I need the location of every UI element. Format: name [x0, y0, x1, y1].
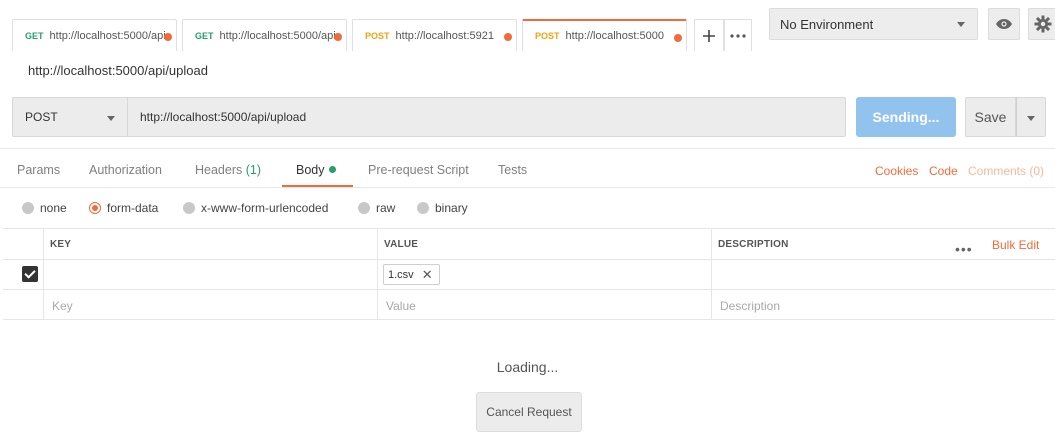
tab-url: http://localhost:5000	[565, 30, 664, 42]
radio-circle-icon	[22, 202, 34, 214]
tab-method: GET	[25, 30, 44, 41]
tab-url: http://localhost:5000/api	[49, 29, 166, 42]
tab-strip: GET http://localhost:5000/api GET http:/…	[0, 0, 760, 52]
bulk-edit-link[interactable]: Bulk Edit	[992, 238, 1039, 252]
more-horizontal-icon[interactable]: •••	[955, 241, 973, 257]
value-input[interactable]: Value	[386, 299, 416, 313]
tab-params[interactable]: Params	[17, 163, 60, 177]
method-select[interactable]: POST	[12, 97, 128, 137]
chevron-down-icon	[107, 116, 115, 121]
divider	[0, 148, 1055, 149]
save-button[interactable]: Save	[965, 97, 1016, 137]
row-enabled-checkbox[interactable]	[22, 266, 38, 282]
table-row-placeholder	[3, 290, 1055, 320]
tab-authorization[interactable]: Authorization	[89, 163, 162, 177]
comments-link[interactable]: Comments (0)	[968, 164, 1044, 178]
column-header-key: KEY	[50, 239, 72, 250]
column-header-description: DESCRIPTION	[718, 239, 789, 250]
body-type-urlencoded-radio[interactable]: x-www-form-urlencoded	[183, 201, 328, 215]
cookies-link[interactable]: Cookies	[875, 164, 918, 178]
tab-body[interactable]: Body	[296, 163, 336, 177]
tab-headers[interactable]: Headers (1)	[195, 163, 261, 177]
radio-label: form-data	[107, 201, 159, 215]
column-header-value: VALUE	[384, 239, 419, 250]
table-header-row	[3, 229, 1055, 260]
environment-label: No Environment	[780, 16, 874, 32]
tab-method: GET	[195, 30, 214, 41]
key-input[interactable]: Key	[52, 299, 73, 313]
tab-url: http://localhost:5921	[395, 29, 494, 42]
new-tab-button[interactable]	[694, 19, 724, 51]
save-options-button[interactable]	[1016, 97, 1046, 137]
radio-label: none	[40, 201, 67, 215]
body-type-binary-radio[interactable]: binary	[417, 201, 468, 215]
radio-label: x-www-form-urlencoded	[201, 201, 329, 215]
request-tab[interactable]: GET http://localhost:5000/api	[182, 19, 347, 51]
radio-selected-icon	[89, 202, 101, 214]
request-tab[interactable]: POST http://localhost:5921	[352, 19, 517, 51]
unsaved-dot-icon	[164, 33, 172, 41]
more-horizontal-icon	[730, 33, 746, 38]
file-chip[interactable]: 1.csv ✕	[383, 264, 440, 285]
radio-label: binary	[435, 201, 468, 215]
url-value: http://localhost:5000/api/upload	[140, 110, 307, 124]
body-type-none-radio[interactable]: none	[22, 201, 67, 215]
send-button[interactable]: Sending...	[856, 97, 956, 137]
body-type-raw-radio[interactable]: raw	[358, 201, 395, 215]
chevron-down-icon	[957, 22, 965, 27]
eye-icon	[996, 19, 1012, 29]
request-name: http://localhost:5000/api/upload	[28, 63, 208, 78]
unsaved-dot-icon	[504, 33, 512, 41]
tab-headers-label: Headers	[195, 163, 243, 177]
column-divider	[377, 229, 378, 320]
request-tab-active[interactable]: POST http://localhost:5000	[522, 19, 687, 51]
manage-environments-button[interactable]	[1028, 8, 1055, 40]
cancel-request-button[interactable]: Cancel Request	[476, 392, 582, 432]
radio-label: raw	[376, 201, 396, 215]
divider	[0, 187, 1055, 188]
description-input[interactable]: Description	[720, 299, 780, 313]
method-label: POST	[25, 110, 58, 124]
url-input[interactable]: http://localhost:5000/api/upload	[128, 97, 846, 137]
form-data-table: KEY VALUE DESCRIPTION ••• Bulk Edit 1.cs…	[3, 228, 1055, 320]
gear-icon	[1034, 15, 1052, 33]
request-tab[interactable]: GET http://localhost:5000/api	[12, 19, 177, 51]
plus-icon	[703, 29, 715, 42]
table-row	[3, 260, 1055, 290]
tab-options-button[interactable]	[724, 19, 752, 51]
body-type-form-data-radio[interactable]: form-data	[89, 201, 158, 215]
column-divider	[43, 229, 44, 320]
unsaved-dot-icon	[674, 34, 682, 42]
tab-method: POST	[535, 31, 560, 41]
chevron-down-icon	[1027, 116, 1035, 121]
radio-circle-icon	[183, 202, 195, 214]
headers-count: (1)	[245, 163, 262, 177]
unsaved-dot-icon	[334, 33, 342, 41]
close-icon[interactable]: ✕	[422, 267, 433, 283]
code-link[interactable]: Code	[929, 164, 958, 178]
environment-select[interactable]: No Environment	[769, 8, 978, 40]
column-divider	[711, 229, 712, 320]
radio-circle-icon	[358, 202, 370, 214]
environment-quick-look-button[interactable]	[988, 8, 1020, 40]
tab-prerequest-script[interactable]: Pre-request Script	[368, 163, 469, 177]
body-indicator-dot-icon	[328, 166, 336, 173]
tab-method: POST	[365, 30, 390, 41]
tab-url: http://localhost:5000/api	[219, 29, 336, 42]
radio-circle-icon	[417, 202, 429, 214]
tab-tests[interactable]: Tests	[498, 163, 527, 177]
tab-body-label: Body	[296, 163, 325, 177]
loading-text: Loading...	[496, 359, 559, 375]
file-name: 1.csv	[388, 268, 414, 281]
